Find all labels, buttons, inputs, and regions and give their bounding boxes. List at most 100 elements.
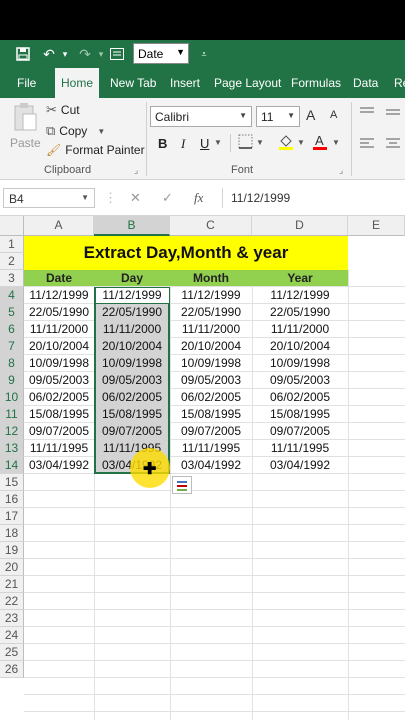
- row-header-1[interactable]: 1: [0, 236, 24, 253]
- tab-data[interactable]: Data: [353, 68, 378, 98]
- row-header-11[interactable]: 11: [0, 406, 24, 423]
- quick-analysis-icon[interactable]: [172, 476, 192, 494]
- row-header-5[interactable]: 5: [0, 304, 24, 321]
- underline-button[interactable]: U: [200, 136, 209, 151]
- header-month[interactable]: Month: [170, 270, 252, 286]
- redo-dropdown-icon[interactable]: ▾: [96, 45, 106, 63]
- row-header-23[interactable]: 23: [0, 610, 24, 627]
- dialog-launcher-icon[interactable]: ⌟: [134, 165, 138, 176]
- table-cell[interactable]: 09/05/2003: [24, 372, 94, 389]
- customize-qat-icon[interactable]: ⩡: [198, 45, 210, 63]
- insert-function-icon[interactable]: fx: [194, 190, 203, 206]
- table-cell[interactable]: 11/12/1999: [170, 287, 252, 304]
- table-cell[interactable]: 11/12/1999: [24, 287, 94, 304]
- name-box[interactable]: B4 ▼: [3, 188, 95, 208]
- tab-review[interactable]: Re: [394, 68, 405, 98]
- row-header-22[interactable]: 22: [0, 593, 24, 610]
- row-header-18[interactable]: 18: [0, 525, 24, 542]
- borders-icon[interactable]: [238, 134, 253, 152]
- column-header-a[interactable]: A: [24, 216, 94, 236]
- chevron-down-icon[interactable]: ▼: [256, 138, 264, 147]
- row-header-7[interactable]: 7: [0, 338, 24, 355]
- table-cell[interactable]: 11/11/1995: [252, 440, 348, 457]
- table-cell[interactable]: 11/11/2000: [170, 321, 252, 338]
- table-cell[interactable]: 09/05/2003: [252, 372, 348, 389]
- align-center-icon[interactable]: [386, 138, 400, 153]
- column-header-c[interactable]: C: [170, 216, 252, 236]
- table-cell[interactable]: 10/09/1998: [170, 355, 252, 372]
- row-header-4[interactable]: 4: [0, 287, 24, 304]
- row-header-16[interactable]: 16: [0, 491, 24, 508]
- table-cell[interactable]: 09/07/2005: [170, 423, 252, 440]
- chevron-down-icon[interactable]: ▼: [297, 138, 305, 147]
- formula-input[interactable]: 11/12/1999: [222, 188, 405, 208]
- number-format-combo[interactable]: Date ▼: [133, 43, 189, 64]
- font-color-icon[interactable]: A: [312, 133, 328, 154]
- grow-font-button[interactable]: A: [306, 107, 315, 123]
- row-header-9[interactable]: 9: [0, 372, 24, 389]
- cut-button[interactable]: ✂ Cut: [46, 102, 80, 118]
- paste-button[interactable]: Paste: [10, 102, 41, 150]
- fill-color-icon[interactable]: [278, 133, 294, 154]
- row-header-14[interactable]: 14: [0, 457, 24, 474]
- table-cell[interactable]: 09/07/2005: [94, 423, 170, 440]
- table-cell[interactable]: 10/09/1998: [252, 355, 348, 372]
- row-header-13[interactable]: 13: [0, 440, 24, 457]
- table-cell[interactable]: 09/05/2003: [94, 372, 170, 389]
- redo-icon[interactable]: ↷: [76, 45, 94, 63]
- row-header-12[interactable]: 12: [0, 423, 24, 440]
- table-cell[interactable]: 11/12/1999: [94, 287, 170, 304]
- row-header-10[interactable]: 10: [0, 389, 24, 406]
- table-cell[interactable]: 03/04/1992: [24, 457, 94, 474]
- shrink-font-button[interactable]: A: [330, 109, 337, 121]
- row-header-8[interactable]: 8: [0, 355, 24, 372]
- table-cell[interactable]: 15/08/1995: [252, 406, 348, 423]
- column-header-b[interactable]: B: [94, 216, 170, 236]
- row-header-26[interactable]: 26: [0, 661, 24, 678]
- save-icon[interactable]: [14, 45, 32, 63]
- table-cell[interactable]: 11/11/1995: [170, 440, 252, 457]
- table-cell[interactable]: 22/05/1990: [252, 304, 348, 321]
- table-cell[interactable]: 22/05/1990: [94, 304, 170, 321]
- font-name-combo[interactable]: Calibri ▼: [150, 106, 252, 127]
- row-header-24[interactable]: 24: [0, 627, 24, 644]
- row-header-3[interactable]: 3: [0, 270, 24, 287]
- table-cell[interactable]: 11/11/2000: [24, 321, 94, 338]
- tab-page-layout[interactable]: Page Layout: [214, 68, 281, 98]
- table-cell[interactable]: 15/08/1995: [94, 406, 170, 423]
- table-cell[interactable]: 09/07/2005: [24, 423, 94, 440]
- enter-icon[interactable]: ✓: [162, 190, 173, 206]
- copy-button[interactable]: ⧉ Copy ▼: [46, 123, 105, 139]
- undo-icon[interactable]: ↶: [40, 45, 58, 63]
- table-cell[interactable]: 20/10/2004: [94, 338, 170, 355]
- tab-formulas[interactable]: Formulas: [291, 68, 341, 98]
- table-cell[interactable]: 10/09/1998: [24, 355, 94, 372]
- undo-dropdown-icon[interactable]: ▾: [60, 45, 70, 63]
- row-header-6[interactable]: 6: [0, 321, 24, 338]
- header-day[interactable]: Day: [94, 270, 170, 286]
- row-header-15[interactable]: 15: [0, 474, 24, 491]
- cancel-icon[interactable]: ✕: [130, 190, 141, 206]
- row-header-20[interactable]: 20: [0, 559, 24, 576]
- table-cell[interactable]: 22/05/1990: [170, 304, 252, 321]
- table-cell[interactable]: 06/02/2005: [24, 389, 94, 406]
- chevron-down-icon[interactable]: ▼: [214, 138, 222, 147]
- sheet-title[interactable]: Extract Day,Month & year: [24, 236, 348, 270]
- table-cell[interactable]: 15/08/1995: [24, 406, 94, 423]
- table-cell[interactable]: 03/04/1992: [170, 457, 252, 474]
- font-size-combo[interactable]: 11 ▼: [256, 106, 300, 127]
- column-header-e[interactable]: E: [348, 216, 405, 236]
- row-header-19[interactable]: 19: [0, 542, 24, 559]
- column-header-d[interactable]: D: [252, 216, 348, 236]
- form-icon[interactable]: [108, 45, 126, 63]
- tab-file[interactable]: File: [17, 68, 36, 98]
- table-cell[interactable]: 06/02/2005: [94, 389, 170, 406]
- row-header-17[interactable]: 17: [0, 508, 24, 525]
- table-cell[interactable]: 06/02/2005: [252, 389, 348, 406]
- align-left-icon[interactable]: [360, 138, 374, 153]
- table-cell[interactable]: 11/11/2000: [94, 321, 170, 338]
- table-cell[interactable]: 11/11/2000: [252, 321, 348, 338]
- table-cell[interactable]: 09/07/2005: [252, 423, 348, 440]
- bold-button[interactable]: B: [158, 136, 167, 151]
- select-all-corner[interactable]: [0, 216, 24, 236]
